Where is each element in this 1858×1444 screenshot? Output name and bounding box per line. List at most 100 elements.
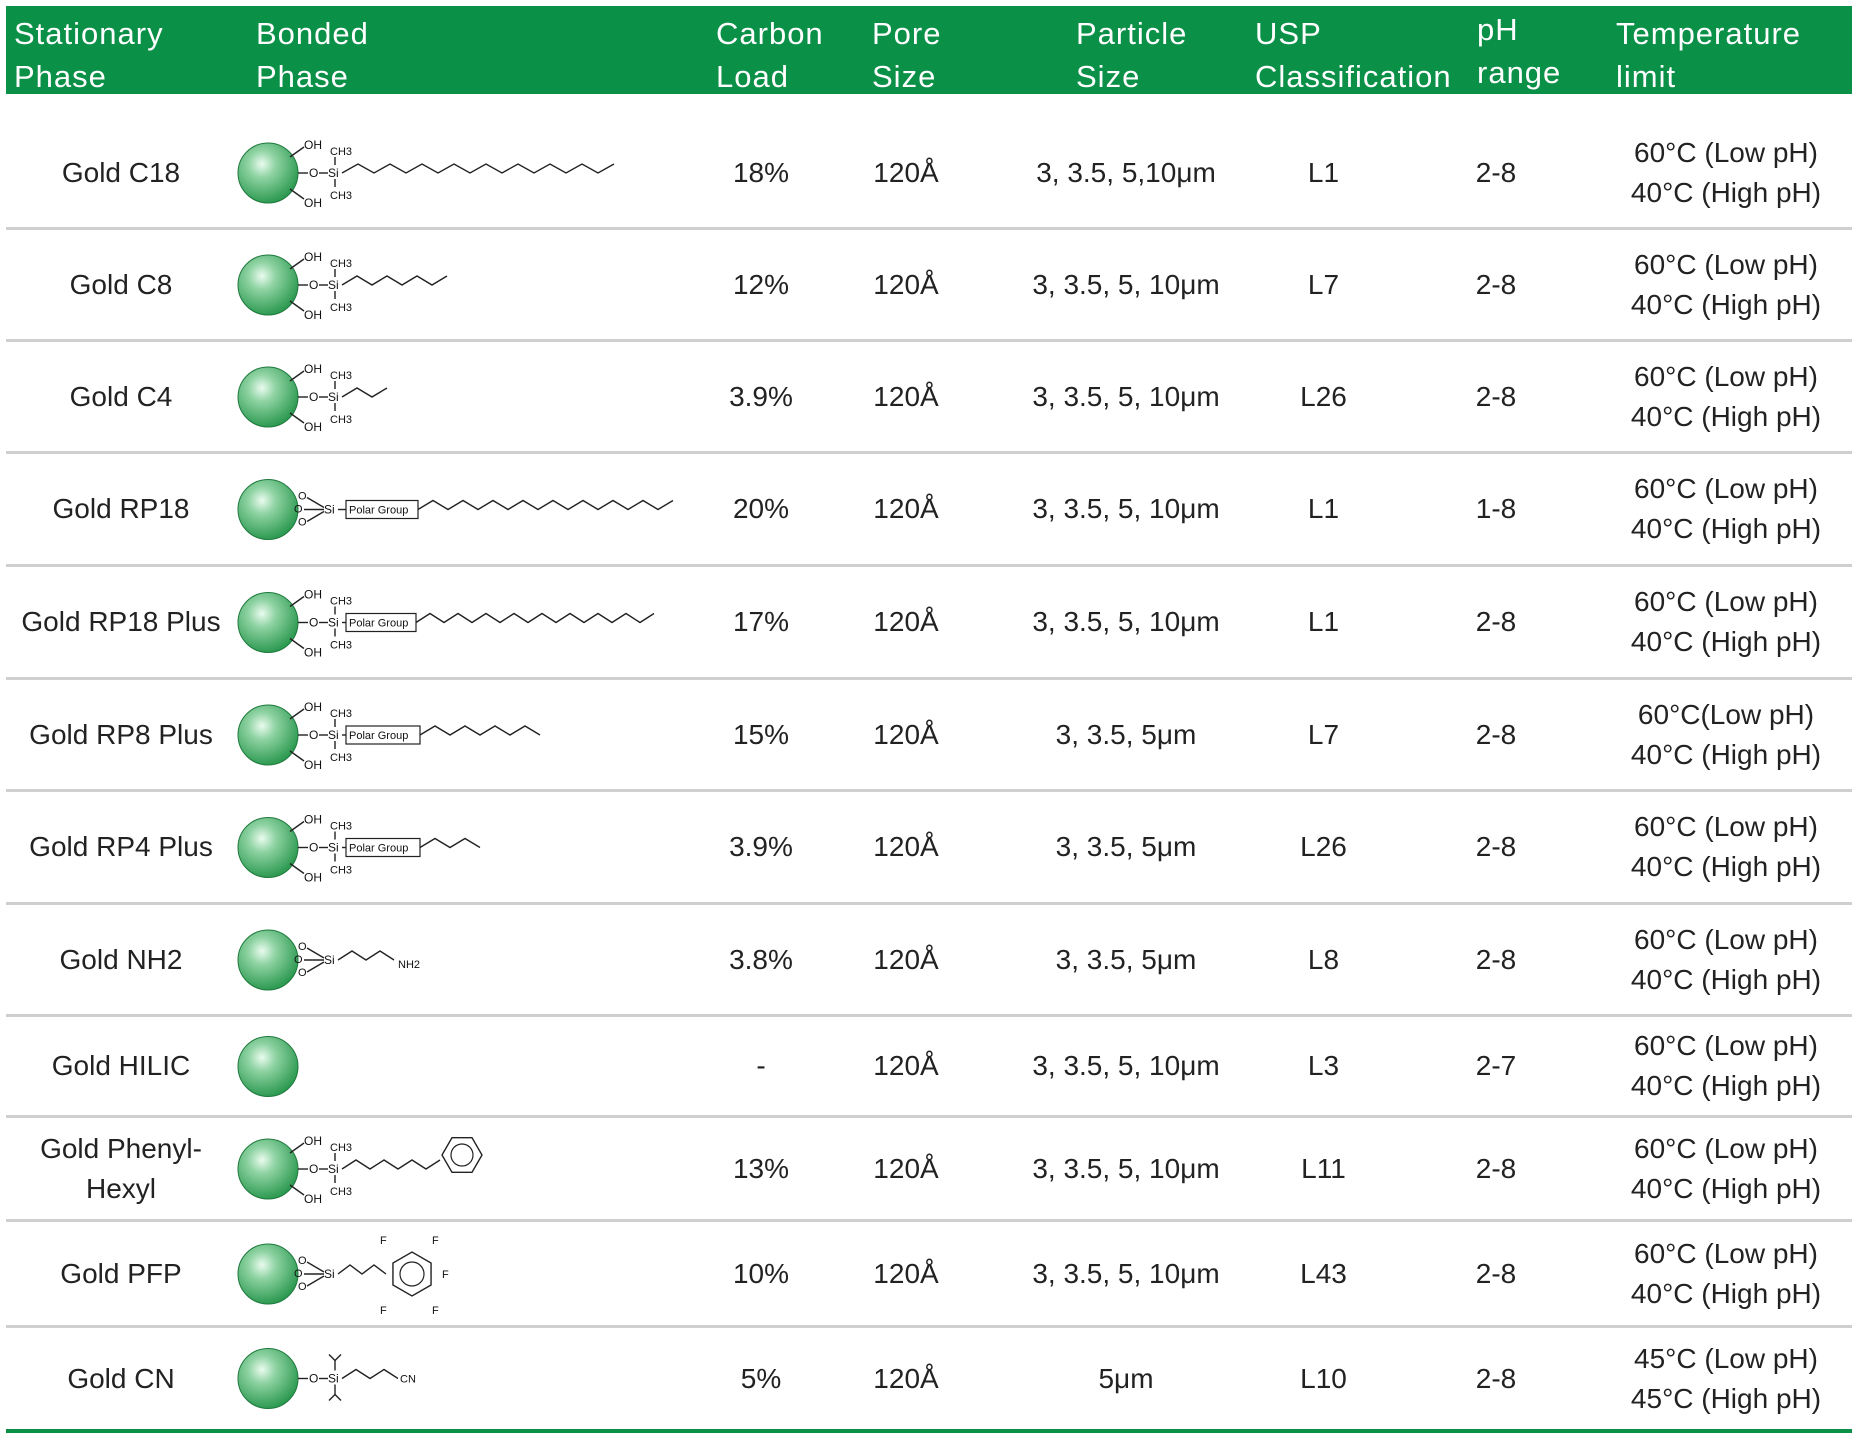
oh-label: OH [304, 587, 322, 601]
silica-particle-icon [237, 929, 299, 990]
particle-size-value: 3, 3.5, 5, 10μm [1032, 1050, 1220, 1081]
oxygen-label: O [309, 1372, 318, 1386]
pore-size-value: 120Å [873, 493, 939, 524]
bonded-phase-structure: OH OH O Si CH3 CH3 [234, 342, 734, 451]
table-row: Gold HILIC - 120Å 3, 3.5, 5, 10μm L3 2-7 60°C … [6, 1017, 1852, 1118]
pore-size-value: 120Å [873, 606, 939, 637]
bonded-phase-structure: OH OH O Si CH3 CH3 Polar Group [234, 680, 734, 789]
header-pore-size: Pore Size [872, 16, 942, 94]
fluorine-label: F [380, 1235, 387, 1247]
silicon-label: Si [328, 840, 339, 854]
oxygen-label: O [309, 278, 318, 292]
table-row: Gold C4 OH OH O Si CH3 CH3 3.9% 120Å 3, 3.5, 5, 1… [6, 342, 1852, 454]
methyl-label: CH3 [330, 302, 352, 314]
phase-name-line: Hexyl [85, 1172, 156, 1204]
temperature-low-ph: 60°C (Low pH) [1634, 1237, 1818, 1269]
carbon-load-value: 15% [732, 718, 790, 750]
usp-classification-value: L7 [1307, 718, 1340, 750]
polar-group-label: Polar Group [349, 730, 408, 742]
alkyl-chain [341, 1158, 441, 1170]
ph-range-value: 2-8 [1475, 1152, 1517, 1184]
phase-name-line: Gold Phenyl- [40, 1132, 202, 1164]
structure-diagram: O Si CN [237, 1348, 416, 1409]
methyl-label: CH3 [330, 820, 352, 832]
hydroxyl-bond [289, 1141, 305, 1154]
pore-size-value: 120Å [873, 943, 939, 975]
temperature-limit-value: 60°C (Low pH) 40°C (High pH) [1606, 792, 1846, 902]
temperature-limit-value: 45°C (Low pH) 45°C (High pH) [1606, 1328, 1846, 1429]
fluorine-label: F [432, 1305, 439, 1317]
temperature-low-ph: 60°C (Low pH) [1634, 360, 1818, 392]
oxygen-label: O [298, 516, 307, 528]
temperature-high-ph: 40°C (High pH) [1630, 1070, 1822, 1101]
temperature-low-ph: 60°C (Low pH) [1634, 811, 1818, 842]
particle-size-value: 3, 3.5, 5μm [1055, 943, 1197, 975]
bond [328, 1354, 336, 1361]
oxygen-label: O [298, 941, 307, 953]
structure-diagram: OH OH O Si CH3 CH3 Polar Group [237, 700, 541, 772]
oxygen-label: O [309, 840, 318, 854]
carbon-load-value: 13% [732, 1152, 790, 1184]
temperature-low-ph: 60°C (Low pH) [1634, 586, 1818, 617]
oh-label: OH [304, 138, 322, 152]
stationary-phase-name: Gold RP8 Plus [6, 680, 236, 789]
bond [306, 1260, 325, 1273]
methyl-label: CH3 [330, 864, 352, 876]
phase-name-line: Gold C8 [69, 268, 173, 300]
silica-particle-icon [237, 1035, 299, 1097]
hydroxyl-bond [289, 707, 305, 720]
silicon-label: Si [328, 166, 339, 180]
stationary-phase-name: Gold C8 [6, 230, 236, 339]
usp-classification-value: L43 [1300, 1257, 1347, 1289]
oxygen-label: O [309, 728, 318, 742]
stationary-phase-name: Gold HILIC [6, 1017, 236, 1115]
silica-particle-icon [237, 478, 299, 540]
pore-size-value: 120Å [873, 1257, 939, 1289]
temperature-limit-value: 60°C (Low pH) 40°C (High pH) [1606, 118, 1846, 227]
stationary-phase-name: Gold RP4 Plus [6, 792, 236, 902]
bond [306, 510, 325, 522]
silica-particle-icon [237, 591, 299, 653]
oxygen-label: O [309, 390, 318, 404]
hydroxyl-bond [289, 257, 305, 270]
temperature-limit-value: 60°C (Low pH) 40°C (High pH) [1606, 230, 1846, 339]
particle-size-value: 3, 3.5, 5, 10μm [1032, 380, 1220, 412]
particle-size-value: 3, 3.5, 5μm [1055, 718, 1197, 750]
usp-classification-value: L1 [1307, 606, 1340, 637]
silica-particle-icon [237, 704, 299, 765]
structure-diagram: OH OH O Si CH3 CH3 [237, 362, 388, 434]
silica-particle-icon [237, 1243, 299, 1304]
table-row: Gold RP18 Plus OH OH O Si CH3 CH3 Polar Group 17… [6, 567, 1852, 680]
temperature-limit-value: 60°C (Low pH) 40°C (High pH) [1606, 454, 1846, 564]
phase-name-line: Gold CN [67, 1362, 175, 1394]
header-ph-range: pH range [1477, 12, 1562, 90]
carbon-load-value: 3.9% [729, 831, 793, 862]
phase-name-line: Gold PFP [60, 1257, 182, 1289]
temperature-low-ph: 60°C (Low pH) [1634, 248, 1818, 280]
usp-classification-value: L26 [1300, 380, 1347, 412]
header-bonded-phase: Bonded Phase [256, 16, 369, 94]
structure-diagram: OH OH O Si CH3 CH3 Polar Group [237, 812, 481, 884]
methyl-label: CH3 [330, 1142, 352, 1154]
oh-label: OH [304, 250, 322, 264]
oh-label: OH [304, 645, 322, 659]
polar-group-label: Polar Group [349, 842, 408, 854]
ph-range-value: 2-8 [1475, 943, 1517, 975]
silicon-label: Si [328, 278, 339, 292]
oh-label: OH [304, 1192, 322, 1206]
header-particle-size: Particle Size [1076, 16, 1188, 94]
silicon-label: Si [328, 728, 339, 742]
particle-size-value: 3, 3.5, 5, 10μm [1032, 268, 1220, 300]
oh-label: OH [304, 308, 322, 322]
bonded-phase-structure: OH OH O Si CH3 CH3 [234, 118, 734, 227]
temperature-high-ph: 40°C (High pH) [1630, 851, 1822, 882]
methyl-label: CH3 [330, 639, 352, 651]
fluorine-label: F [380, 1305, 387, 1317]
table-row: Gold PFP O O O Si F F F F F 10% 120Å 3, 3.5, 5, 10μm… [6, 1222, 1852, 1328]
bond [334, 1394, 342, 1401]
oh-label: OH [304, 758, 322, 772]
silica-particle-icon [237, 142, 299, 203]
stationary-phase-name: Gold C4 [6, 342, 236, 451]
ph-range-value: 2-8 [1475, 606, 1517, 637]
methyl-label: CH3 [330, 258, 352, 270]
